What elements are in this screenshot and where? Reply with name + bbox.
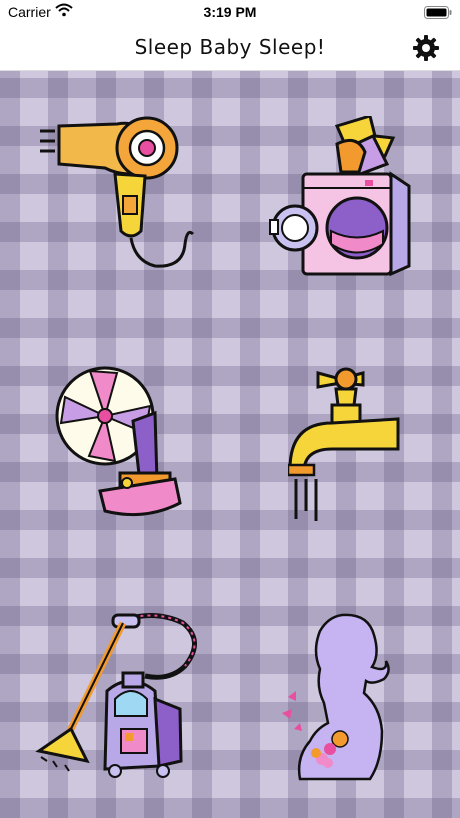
- status-bar: Carrier 3:19 PM: [0, 0, 460, 26]
- status-time: 3:19 PM: [203, 4, 257, 20]
- vacuum-cleaner-button[interactable]: [35, 611, 200, 786]
- sounds-grid: [0, 71, 460, 818]
- vacuum-cleaner-icon: [35, 612, 197, 778]
- faucet-icon: [288, 367, 400, 521]
- gear-icon[interactable]: [412, 34, 440, 62]
- hair-dryer-button[interactable]: [35, 116, 195, 281]
- hair-dryer-icon: [40, 116, 195, 268]
- washing-machine-icon: [269, 116, 411, 277]
- battery-icon: [424, 6, 452, 23]
- fan-button[interactable]: [55, 361, 190, 526]
- nav-bar: Sleep Baby Sleep!: [0, 26, 460, 71]
- washing-machine-button[interactable]: [265, 116, 425, 286]
- womb-button[interactable]: [280, 611, 410, 786]
- faucet-button[interactable]: [288, 361, 408, 526]
- app-title: Sleep Baby Sleep!: [134, 35, 326, 59]
- pregnant-silhouette-icon: [282, 613, 390, 781]
- fan-icon: [55, 366, 182, 517]
